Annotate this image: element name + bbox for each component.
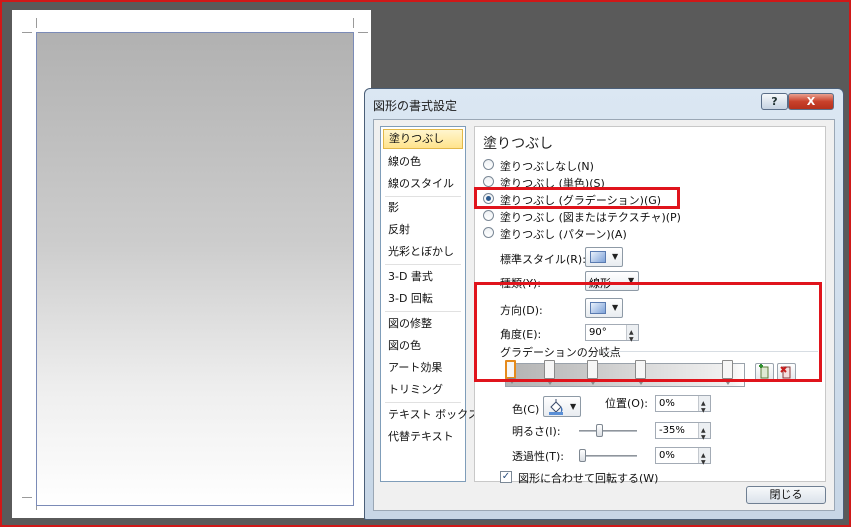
chevron-down-icon: ▼ xyxy=(628,276,635,285)
format-shape-dialog: 図形の書式設定 ? X 塗りつぶし 線の色 線のスタイル 影 反射 光彩とぼかし… xyxy=(364,88,844,520)
add-gradient-stop-button[interactable] xyxy=(755,363,774,382)
crop-mark xyxy=(353,18,354,28)
crop-mark xyxy=(22,497,32,498)
radio-solid-fill-label[interactable]: 塗りつぶし (単色)(S) xyxy=(500,175,605,191)
radio-picture-texture-fill-label[interactable]: 塗りつぶし (図またはテクスチャ)(P) xyxy=(500,209,681,225)
direction-swatch xyxy=(590,302,606,314)
gradient-stop-marker[interactable] xyxy=(587,360,598,385)
type-value: 線形 xyxy=(589,277,611,290)
category-alt-text[interactable]: 代替テキスト xyxy=(383,427,463,447)
brightness-label: 明るさ(I): xyxy=(512,425,561,438)
close-button[interactable]: 閉じる xyxy=(746,486,826,504)
category-3d-rotation[interactable]: 3-D 回転 xyxy=(383,289,463,309)
brightness-spinner[interactable]: ▲ ▼ xyxy=(698,423,710,441)
dialog-titlebar[interactable]: 図形の書式設定 ? X xyxy=(365,89,843,117)
rotate-with-shape-label[interactable]: 図形に合わせて回転する(W) xyxy=(518,470,658,486)
gradient-filled-shape[interactable] xyxy=(36,32,354,506)
gradient-stops-layer xyxy=(505,360,745,386)
dialog-title: 図形の書式設定 xyxy=(373,99,458,113)
category-line-style[interactable]: 線のスタイル xyxy=(383,174,463,194)
category-shadow[interactable]: 影 xyxy=(383,198,463,218)
group-divider xyxy=(603,351,818,352)
gradient-stop-marker[interactable] xyxy=(505,360,516,384)
position-input[interactable]: 0% ▲ ▼ xyxy=(655,395,711,414)
color-picker-button[interactable]: ▼ xyxy=(543,396,581,417)
panel-heading: 塗りつぶし xyxy=(483,136,554,152)
radio-gradient-fill[interactable] xyxy=(483,193,494,204)
category-separator xyxy=(385,264,461,265)
position-spinner[interactable]: ▲ ▼ xyxy=(698,396,710,414)
transparency-input[interactable]: 0% ▲ ▼ xyxy=(655,447,711,466)
category-3d-format[interactable]: 3-D 書式 xyxy=(383,267,463,287)
paint-bucket-icon xyxy=(549,399,563,415)
category-glow-soft-edges[interactable]: 光彩とぼかし xyxy=(383,242,463,262)
category-separator xyxy=(385,402,461,403)
position-value: 0% xyxy=(659,398,675,409)
angle-value: 90° xyxy=(589,327,607,338)
preset-label: 標準スタイル(R): xyxy=(500,253,586,266)
category-list: 塗りつぶし 線の色 線のスタイル 影 反射 光彩とぼかし 3-D 書式 3-D … xyxy=(380,126,479,482)
preset-dropdown[interactable]: ▼ xyxy=(585,247,623,267)
chevron-down-icon: ▼ xyxy=(612,252,619,261)
category-text-box[interactable]: テキスト ボックス xyxy=(383,405,479,425)
category-fill[interactable]: 塗りつぶし xyxy=(383,129,463,149)
fill-panel: 塗りつぶし 塗りつぶしなし(N) 塗りつぶし (単色)(S) 塗りつぶし (グラ… xyxy=(474,126,826,485)
brightness-value: -35% xyxy=(659,425,685,436)
chevron-down-icon: ▼ xyxy=(612,303,619,312)
gradient-stop-marker[interactable] xyxy=(544,360,555,385)
preset-swatch xyxy=(590,251,606,263)
category-line-color[interactable]: 線の色 xyxy=(383,152,463,172)
spin-down-icon[interactable]: ▼ xyxy=(629,332,634,347)
brightness-slider-track[interactable] xyxy=(579,430,637,432)
gradient-stop-marker[interactable] xyxy=(722,360,733,385)
chevron-down-icon: ▼ xyxy=(570,402,577,411)
radio-no-fill[interactable] xyxy=(483,159,494,170)
angle-label: 角度(E): xyxy=(500,328,542,341)
transparency-label: 透過性(T): xyxy=(512,450,565,463)
category-separator xyxy=(385,196,461,197)
angle-spinner[interactable]: ▲ ▼ xyxy=(626,325,638,343)
direction-label: 方向(D): xyxy=(500,304,543,317)
color-label: 色(C) xyxy=(512,403,540,416)
window-close-button[interactable]: X xyxy=(788,93,834,110)
crop-mark xyxy=(22,32,32,33)
transparency-value: 0% xyxy=(659,450,675,461)
radio-no-fill-label[interactable]: 塗りつぶしなし(N) xyxy=(500,158,594,174)
direction-dropdown[interactable]: ▼ xyxy=(585,298,623,318)
brightness-input[interactable]: -35% ▲ ▼ xyxy=(655,422,711,441)
category-reflection[interactable]: 反射 xyxy=(383,220,463,240)
radio-pattern-fill[interactable] xyxy=(483,227,494,238)
crop-mark xyxy=(36,18,37,28)
type-label: 種類(Y): xyxy=(500,277,542,290)
radio-picture-texture-fill[interactable] xyxy=(483,210,494,221)
spin-down-icon[interactable]: ▼ xyxy=(701,455,706,470)
remove-gradient-stop-button[interactable] xyxy=(777,363,796,382)
transparency-slider-track[interactable] xyxy=(579,455,637,457)
remove-gradient-stop-icon xyxy=(780,366,791,379)
brightness-slider-thumb[interactable] xyxy=(596,424,603,437)
slide-page xyxy=(12,10,371,518)
gradient-stops-label: グラデーションの分岐点 xyxy=(500,346,621,359)
crop-mark xyxy=(358,32,368,33)
radio-gradient-fill-label[interactable]: 塗りつぶし (グラデーション)(G) xyxy=(500,192,661,208)
gradient-stop-marker[interactable] xyxy=(635,360,646,385)
transparency-spinner[interactable]: ▲ ▼ xyxy=(698,448,710,466)
angle-input[interactable]: 90° ▲ ▼ xyxy=(585,324,639,343)
rotate-with-shape-checkbox[interactable]: ✓ xyxy=(500,471,512,483)
category-separator xyxy=(385,311,461,312)
spin-down-icon[interactable]: ▼ xyxy=(701,403,706,418)
add-gradient-stop-icon xyxy=(759,364,769,379)
radio-pattern-fill-label[interactable]: 塗りつぶし (パターン)(A) xyxy=(500,226,627,242)
radio-solid-fill[interactable] xyxy=(483,176,494,187)
type-dropdown[interactable]: 線形 ▼ xyxy=(585,271,639,291)
category-artistic-effects[interactable]: アート効果 xyxy=(383,358,463,378)
transparency-slider-thumb[interactable] xyxy=(579,449,586,462)
category-picture-color[interactable]: 図の色 xyxy=(383,336,463,356)
category-crop[interactable]: トリミング xyxy=(383,380,463,400)
category-picture-corrections[interactable]: 図の修整 xyxy=(383,314,463,334)
dialog-body: 塗りつぶし 線の色 線のスタイル 影 反射 光彩とぼかし 3-D 書式 3-D … xyxy=(373,119,835,511)
help-button[interactable]: ? xyxy=(761,93,788,110)
spin-down-icon[interactable]: ▼ xyxy=(701,430,706,445)
position-label: 位置(O): xyxy=(605,397,648,410)
